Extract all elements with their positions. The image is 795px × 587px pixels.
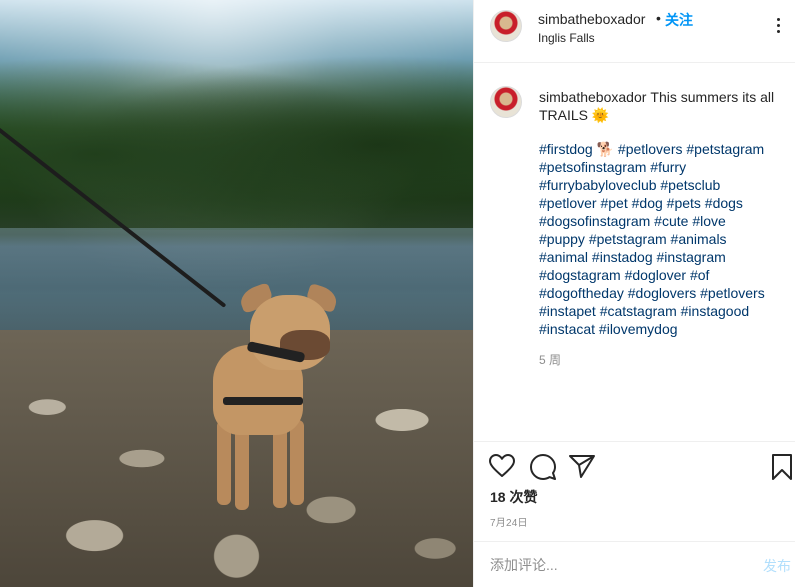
caption-section: simbatheboxador This summers its all TRAI…: [474, 64, 795, 440]
hashtag-line[interactable]: #instacat #ilovemydog: [539, 320, 784, 338]
comment-input[interactable]: [490, 554, 740, 576]
dog-leg: [273, 423, 287, 508]
hashtag-line[interactable]: #instapet #catstagram #instagood: [539, 302, 784, 320]
dog-leg: [235, 425, 249, 510]
post-side-panel: simbatheboxador • 关注 Inglis Falls simbat…: [473, 0, 795, 587]
follow-button[interactable]: 关注: [665, 10, 693, 30]
hashtag-line[interactable]: #petlover #pet #dog #pets #dogs: [539, 194, 784, 212]
caption-avatar[interactable]: [490, 86, 522, 118]
hashtag-line[interactable]: #puppy #petstagram #animals: [539, 230, 784, 248]
author-username[interactable]: simbatheboxador: [538, 11, 645, 27]
hashtag-line[interactable]: #dogoftheday #doglovers #petlovers: [539, 284, 784, 302]
dog-harness: [223, 397, 303, 405]
photo-dog: [195, 282, 345, 515]
post-header: simbatheboxador • 关注 Inglis Falls: [474, 0, 795, 63]
caption-text: simbatheboxador This summers its all TRAI…: [539, 88, 784, 124]
share-icon[interactable]: [569, 454, 595, 478]
hashtag-line[interactable]: #animal #instadog #instagram: [539, 248, 784, 266]
bookmark-icon[interactable]: [771, 454, 793, 480]
hashtag-block: #firstdog 🐕 #petlovers #petstagram #pets…: [539, 140, 784, 338]
location-link[interactable]: Inglis Falls: [538, 31, 595, 45]
dog-leg: [290, 420, 304, 505]
action-bar: [474, 441, 795, 491]
post-comment-button[interactable]: 发布: [763, 556, 791, 576]
heart-icon[interactable]: [489, 454, 515, 478]
likes-count[interactable]: 18 次赞: [490, 487, 537, 507]
hashtag-line[interactable]: #dogstagram #doglover #of: [539, 266, 784, 284]
hashtag-line[interactable]: #furrybabyloveclub #petsclub: [539, 176, 784, 194]
post-date[interactable]: 7月24日: [490, 514, 528, 529]
separator-dot: •: [656, 10, 661, 26]
photo-trees: [0, 40, 473, 230]
comment-composer: 发布: [474, 541, 795, 587]
relative-time[interactable]: 5 周: [539, 351, 561, 368]
caption-username[interactable]: simbatheboxador: [539, 89, 646, 105]
more-options-icon[interactable]: [774, 15, 782, 39]
avatar[interactable]: [490, 10, 522, 42]
hashtag-line[interactable]: #firstdog 🐕 #petlovers #petstagram: [539, 140, 784, 158]
hashtag-line[interactable]: #petsofinstagram #furry: [539, 158, 784, 176]
comment-icon[interactable]: [530, 454, 556, 480]
post-photo[interactable]: [0, 0, 473, 587]
hashtag-line[interactable]: #dogsofinstagram #cute #love: [539, 212, 784, 230]
